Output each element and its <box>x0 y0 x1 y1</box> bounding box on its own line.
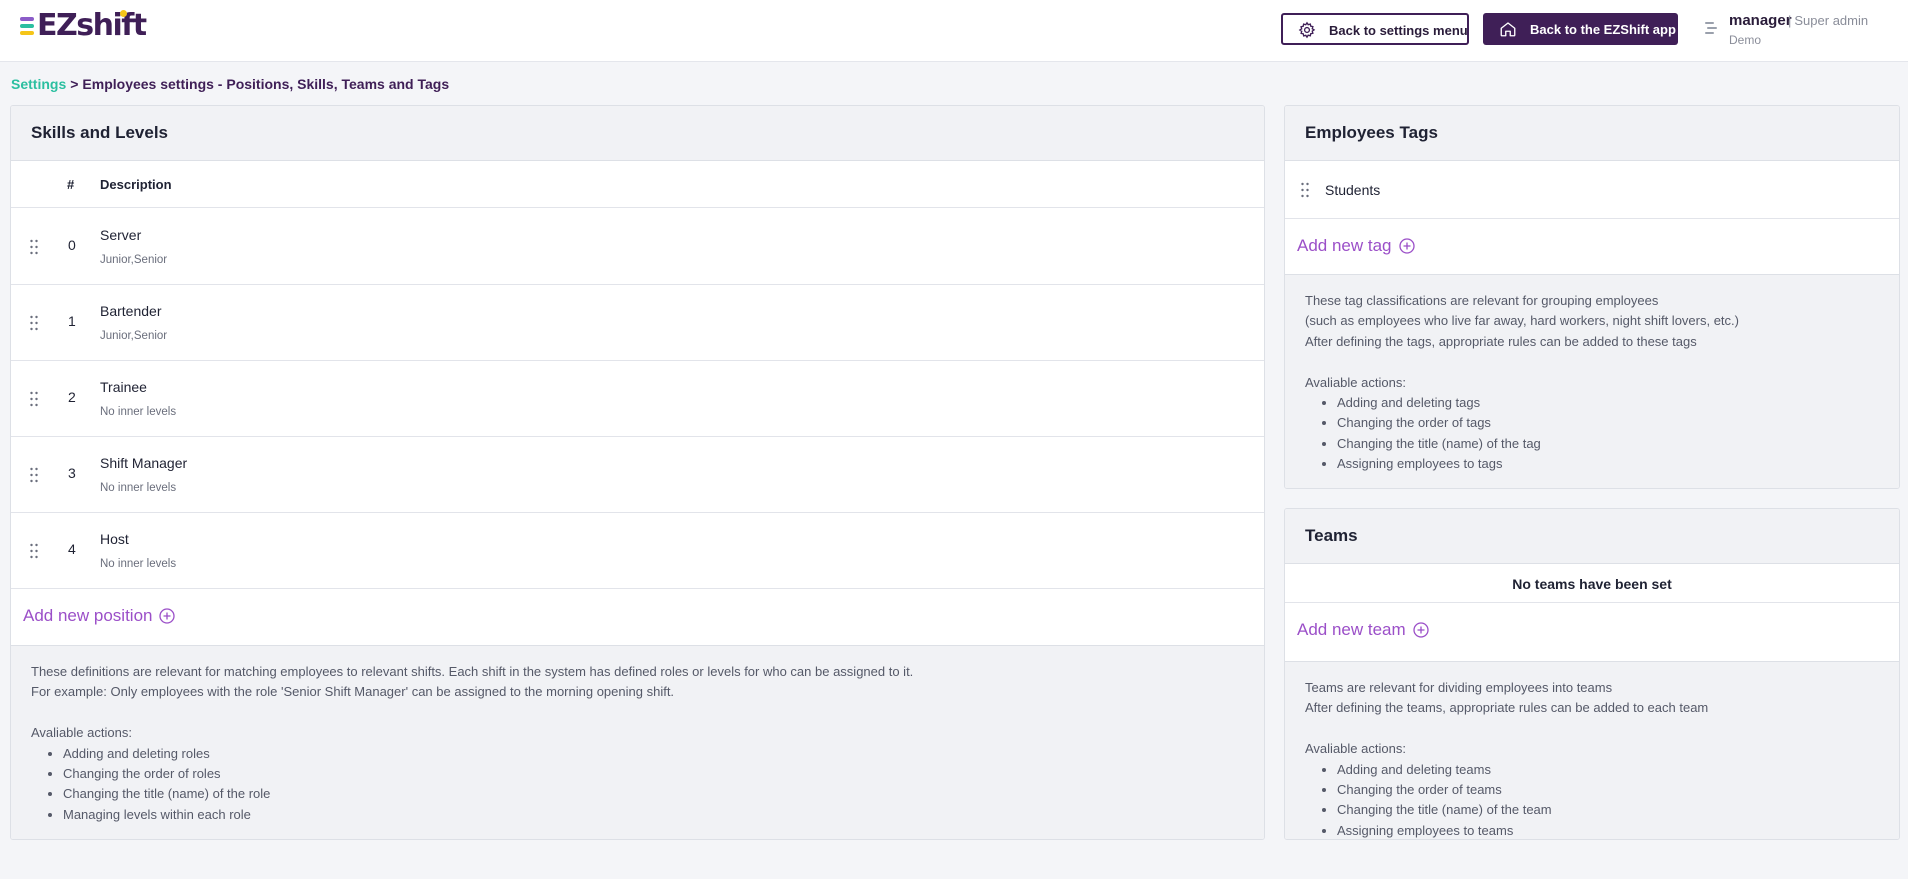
plus-circle-icon <box>159 608 176 624</box>
logo-text: EZshift <box>37 8 147 43</box>
back-to-app-button[interactable]: Back to the EZShift app <box>1483 13 1678 45</box>
info-text: After defining the teams, appropriate ru… <box>1305 700 1709 716</box>
table-row[interactable]: 3 Shift Manager No inner levels <box>11 437 1264 513</box>
info-text: These definitions are relevant for match… <box>31 664 914 679</box>
add-new-tag-button[interactable]: Add new tag <box>1297 236 1415 256</box>
tags-card-header: Employees Tags <box>1285 106 1899 161</box>
plus-circle-icon <box>1398 238 1415 254</box>
list-item: Adding and deleting tags <box>1337 393 1879 413</box>
add-new-team-label: Add new team <box>1297 620 1406 639</box>
row-number: 2 <box>68 389 76 405</box>
tag-name[interactable]: Students <box>1325 182 1380 198</box>
no-teams-message: No teams have been set <box>1285 565 1899 603</box>
position-levels: Junior,Senior <box>100 254 168 266</box>
home-icon <box>1500 22 1516 37</box>
list-item: Changing the order of teams <box>1337 780 1879 800</box>
list-item: Assigning employees to tags <box>1337 454 1879 474</box>
info-text: These tag classifications are relevant f… <box>1305 293 1659 308</box>
list-item: Managing levels within each role <box>63 805 1244 825</box>
info-text: For example: Only employees with the rol… <box>31 684 675 700</box>
table-row[interactable]: 1 Bartender Junior,Senior <box>11 285 1264 361</box>
position-name[interactable]: Host <box>100 531 129 547</box>
teams-card-title: Teams <box>1305 526 1358 545</box>
breadcrumb-settings-link[interactable]: Settings <box>11 76 66 92</box>
row-number: 4 <box>68 541 76 557</box>
list-item: Assigning employees to teams <box>1337 821 1879 839</box>
position-name[interactable]: Server <box>100 227 141 243</box>
breadcrumb: Settings > Employees settings - Positions,… <box>11 76 449 92</box>
user-organization: Demo <box>1729 33 1762 47</box>
user-name[interactable]: manager <box>1729 12 1792 29</box>
breadcrumb-separator: > <box>70 76 79 92</box>
info-text: Teams are relevant for dividing employee… <box>1305 680 1613 695</box>
position-levels: No inner levels <box>100 482 177 494</box>
user-role: | Super admin <box>1788 13 1868 28</box>
list-item: Adding and deleting roles <box>63 744 1244 764</box>
ezshift-logo[interactable]: EZshift <box>20 8 147 43</box>
list-item: Adding and deleting teams <box>1337 760 1879 780</box>
list-item[interactable]: Students <box>1285 162 1899 219</box>
info-actions-title: Avaliable actions: <box>31 725 132 741</box>
skills-card-header: Skills and Levels <box>11 106 1264 161</box>
table-row[interactable]: 4 Host No inner levels <box>11 513 1264 589</box>
info-actions-list: Adding and deleting roles Changing the o… <box>63 744 1244 826</box>
row-number: 3 <box>68 465 76 481</box>
skills-card-title: Skills and Levels <box>31 123 169 142</box>
position-levels: No inner levels <box>100 406 177 418</box>
column-number-header: # <box>67 177 75 192</box>
list-item: Changing the title (name) of the team <box>1337 800 1879 820</box>
tags-info-panel: These tag classifications are relevant f… <box>1285 274 1899 488</box>
user-separator: | <box>1788 13 1792 28</box>
position-levels: No inner levels <box>100 558 177 570</box>
position-name[interactable]: Trainee <box>100 379 147 395</box>
tags-card-title: Employees Tags <box>1305 123 1438 142</box>
drag-handle-icon[interactable] <box>30 391 38 407</box>
skills-table-header: # Description <box>11 162 1264 208</box>
add-new-team-button[interactable]: Add new team <box>1297 620 1429 640</box>
drag-handle-icon[interactable] <box>1301 182 1309 198</box>
list-item: Changing the order of tags <box>1337 413 1879 433</box>
add-new-position-button[interactable]: Add new position <box>23 606 176 626</box>
position-levels: Junior,Senior <box>100 330 168 342</box>
logo-bars-icon <box>20 17 34 35</box>
back-to-app-label: Back to the EZShift app <box>1530 22 1676 37</box>
drag-handle-icon[interactable] <box>30 315 38 331</box>
breadcrumb-current: Employees settings - Positions, Skills, … <box>82 76 450 92</box>
add-new-position-label: Add new position <box>23 606 153 625</box>
drag-handle-icon[interactable] <box>30 543 38 559</box>
row-number: 0 <box>68 237 76 253</box>
list-item: Changing the title (name) of the role <box>63 784 1244 804</box>
teams-card-header: Teams <box>1285 509 1899 564</box>
list-item: Changing the title (name) of the tag <box>1337 434 1879 454</box>
drag-handle-icon[interactable] <box>30 239 38 255</box>
user-logo-icon <box>1705 22 1717 34</box>
info-actions-title: Avaliable actions: <box>1305 374 1406 390</box>
column-description-header: Description <box>100 177 172 192</box>
info-actions-title: Avaliable actions: <box>1305 741 1406 757</box>
teams-info-panel: Teams are relevant for dividing employee… <box>1285 661 1899 839</box>
info-text: After defining the tags, appropriate rul… <box>1305 333 1697 349</box>
position-name[interactable]: Bartender <box>100 303 161 319</box>
table-row[interactable]: 2 Trainee No inner levels <box>11 361 1264 437</box>
back-to-settings-label: Back to settings menu <box>1329 23 1468 38</box>
add-new-tag-label: Add new tag <box>1297 236 1392 255</box>
list-item: Changing the order of roles <box>63 764 1244 784</box>
top-bar: EZshift Back to settings menu Back to th… <box>0 0 1908 62</box>
employees-tags-card: Employees Tags Students Add new tag Thes… <box>1284 105 1900 489</box>
skills-levels-card: Skills and Levels # Description 0 Server… <box>10 105 1265 840</box>
info-actions-list: Adding and deleting tags Changing the or… <box>1337 393 1879 475</box>
row-number: 1 <box>68 313 76 329</box>
plus-circle-icon <box>1413 622 1429 638</box>
info-text: (such as employees who live far away, ha… <box>1305 313 1739 329</box>
skills-info-panel: These definitions are relevant for match… <box>11 645 1264 839</box>
logo-dot-icon <box>119 10 127 17</box>
back-to-settings-button[interactable]: Back to settings menu <box>1281 13 1469 45</box>
drag-handle-icon[interactable] <box>30 467 38 483</box>
position-name[interactable]: Shift Manager <box>100 455 187 471</box>
gear-icon <box>1298 21 1316 39</box>
table-row[interactable]: 0 Server Junior,Senior <box>11 209 1264 285</box>
user-role-label: Super admin <box>1794 13 1869 28</box>
info-actions-list: Adding and deleting teams Changing the o… <box>1337 760 1879 839</box>
teams-card: Teams No teams have been set Add new tea… <box>1284 508 1900 840</box>
